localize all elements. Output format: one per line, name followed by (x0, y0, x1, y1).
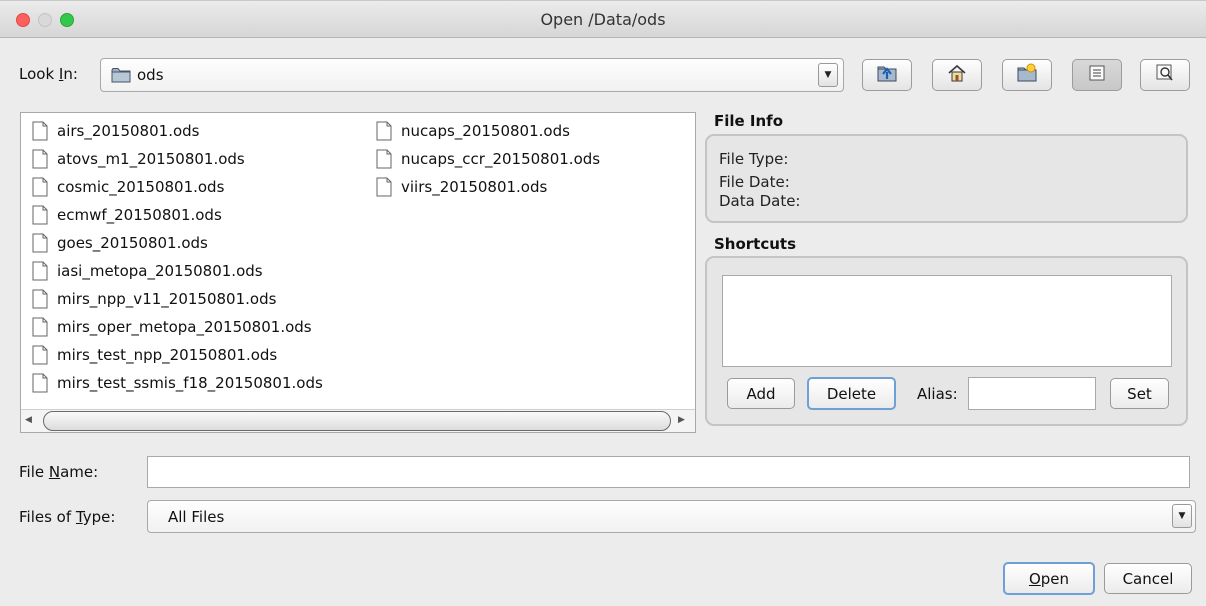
delete-shortcut-button[interactable]: Delete (807, 377, 896, 410)
file-date-label: File Date: (719, 173, 790, 191)
title-bar: Open /Data/ods (0, 0, 1206, 38)
home-icon (946, 63, 968, 87)
home-button[interactable] (932, 59, 982, 91)
window-title: Open /Data/ods (540, 10, 666, 29)
alias-label: Alias: (917, 385, 958, 403)
file-name: airs_20150801.ods (57, 122, 200, 140)
file-name: ecmwf_20150801.ods (57, 206, 222, 224)
new-folder-button[interactable] (1002, 59, 1052, 91)
file-info-title: File Info (714, 112, 784, 130)
files-of-type-value: All Files (168, 508, 225, 526)
file-icon (376, 177, 392, 197)
file-item[interactable]: iasi_metopa_20150801.ods (32, 257, 323, 285)
shortcuts-box: Add Delete Alias: Set (705, 256, 1188, 426)
look-in-value: ods (137, 66, 164, 84)
file-icon (32, 373, 48, 393)
file-name: viirs_20150801.ods (401, 178, 548, 196)
file-item[interactable]: viirs_20150801.ods (376, 173, 600, 201)
list-view-button[interactable] (1072, 59, 1122, 91)
file-item[interactable]: atovs_m1_20150801.ods (32, 145, 323, 173)
file-name: iasi_metopa_20150801.ods (57, 262, 263, 280)
open-button[interactable]: Open (1003, 562, 1095, 595)
file-info-box: File Type: File Date: Data Date: (705, 134, 1188, 223)
file-name: atovs_m1_20150801.ods (57, 150, 245, 168)
file-icon (32, 121, 48, 141)
file-name: cosmic_20150801.ods (57, 178, 225, 196)
file-item[interactable]: mirs_test_npp_20150801.ods (32, 341, 323, 369)
chevron-down-icon[interactable]: ▼ (818, 63, 838, 87)
file-item[interactable]: goes_20150801.ods (32, 229, 323, 257)
files-of-type-label: Files of Type: (19, 508, 116, 526)
alias-input[interactable] (968, 377, 1096, 410)
file-name: nucaps_ccr_20150801.ods (401, 150, 601, 168)
file-icon (376, 149, 392, 169)
scrollbar-thumb[interactable] (43, 411, 671, 431)
shortcuts-title: Shortcuts (714, 235, 797, 253)
file-icon (32, 177, 48, 197)
file-icon (32, 317, 48, 337)
new-folder-icon (1016, 63, 1038, 87)
scroll-left-icon[interactable]: ◀ (25, 415, 32, 425)
file-column-1: airs_20150801.ods atovs_m1_20150801.odsco… (32, 117, 323, 397)
file-item[interactable]: nucaps_20150801.ods (376, 117, 600, 145)
scroll-right-icon[interactable]: ▶ (678, 415, 685, 425)
file-icon (32, 149, 48, 169)
folder-icon (111, 67, 131, 88)
add-shortcut-button[interactable]: Add (727, 378, 795, 409)
file-item[interactable]: mirs_oper_metopa_20150801.ods (32, 313, 323, 341)
file-name: mirs_test_ssmis_f18_20150801.ods (57, 374, 323, 392)
details-view-icon (1156, 64, 1174, 86)
file-name: mirs_oper_metopa_20150801.ods (57, 318, 312, 336)
horizontal-scrollbar[interactable]: ◀ ▶ (21, 409, 695, 432)
file-type-label: File Type: (719, 150, 789, 168)
look-in-label: Look In: (19, 65, 78, 83)
file-column-2: nucaps_20150801.ods nucaps_ccr_20150801.o… (376, 117, 600, 201)
file-name: nucaps_20150801.ods (401, 122, 570, 140)
set-alias-button[interactable]: Set (1110, 378, 1169, 409)
file-icon (32, 205, 48, 225)
data-date-label: Data Date: (719, 192, 801, 210)
file-name-label: File Name: (19, 463, 99, 481)
file-icon (32, 233, 48, 253)
file-item[interactable]: nucaps_ccr_20150801.ods (376, 145, 600, 173)
cancel-button[interactable]: Cancel (1104, 563, 1192, 594)
file-name: mirs_npp_v11_20150801.ods (57, 290, 277, 308)
file-item[interactable]: airs_20150801.ods (32, 117, 323, 145)
file-item[interactable]: mirs_npp_v11_20150801.ods (32, 285, 323, 313)
look-in-combo[interactable]: ods ▼ (100, 58, 844, 92)
file-item[interactable]: mirs_test_ssmis_f18_20150801.ods (32, 369, 323, 397)
files-of-type-combo[interactable]: All Files ▼ (147, 500, 1196, 533)
file-icon (32, 261, 48, 281)
details-view-button[interactable] (1140, 59, 1190, 91)
list-view-icon (1089, 65, 1105, 85)
file-name: goes_20150801.ods (57, 234, 208, 252)
file-list[interactable]: airs_20150801.ods atovs_m1_20150801.odsco… (20, 112, 696, 433)
file-icon (32, 345, 48, 365)
shortcuts-list[interactable] (722, 275, 1172, 367)
file-name: mirs_test_npp_20150801.ods (57, 346, 278, 364)
up-one-level-button[interactable] (862, 59, 912, 91)
file-icon (32, 289, 48, 309)
file-name-input[interactable] (147, 456, 1190, 488)
folder-up-icon (876, 63, 898, 87)
chevron-down-icon[interactable]: ▼ (1172, 504, 1192, 528)
file-item[interactable]: ecmwf_20150801.ods (32, 201, 323, 229)
file-item[interactable]: cosmic_20150801.ods (32, 173, 323, 201)
file-icon (376, 121, 392, 141)
